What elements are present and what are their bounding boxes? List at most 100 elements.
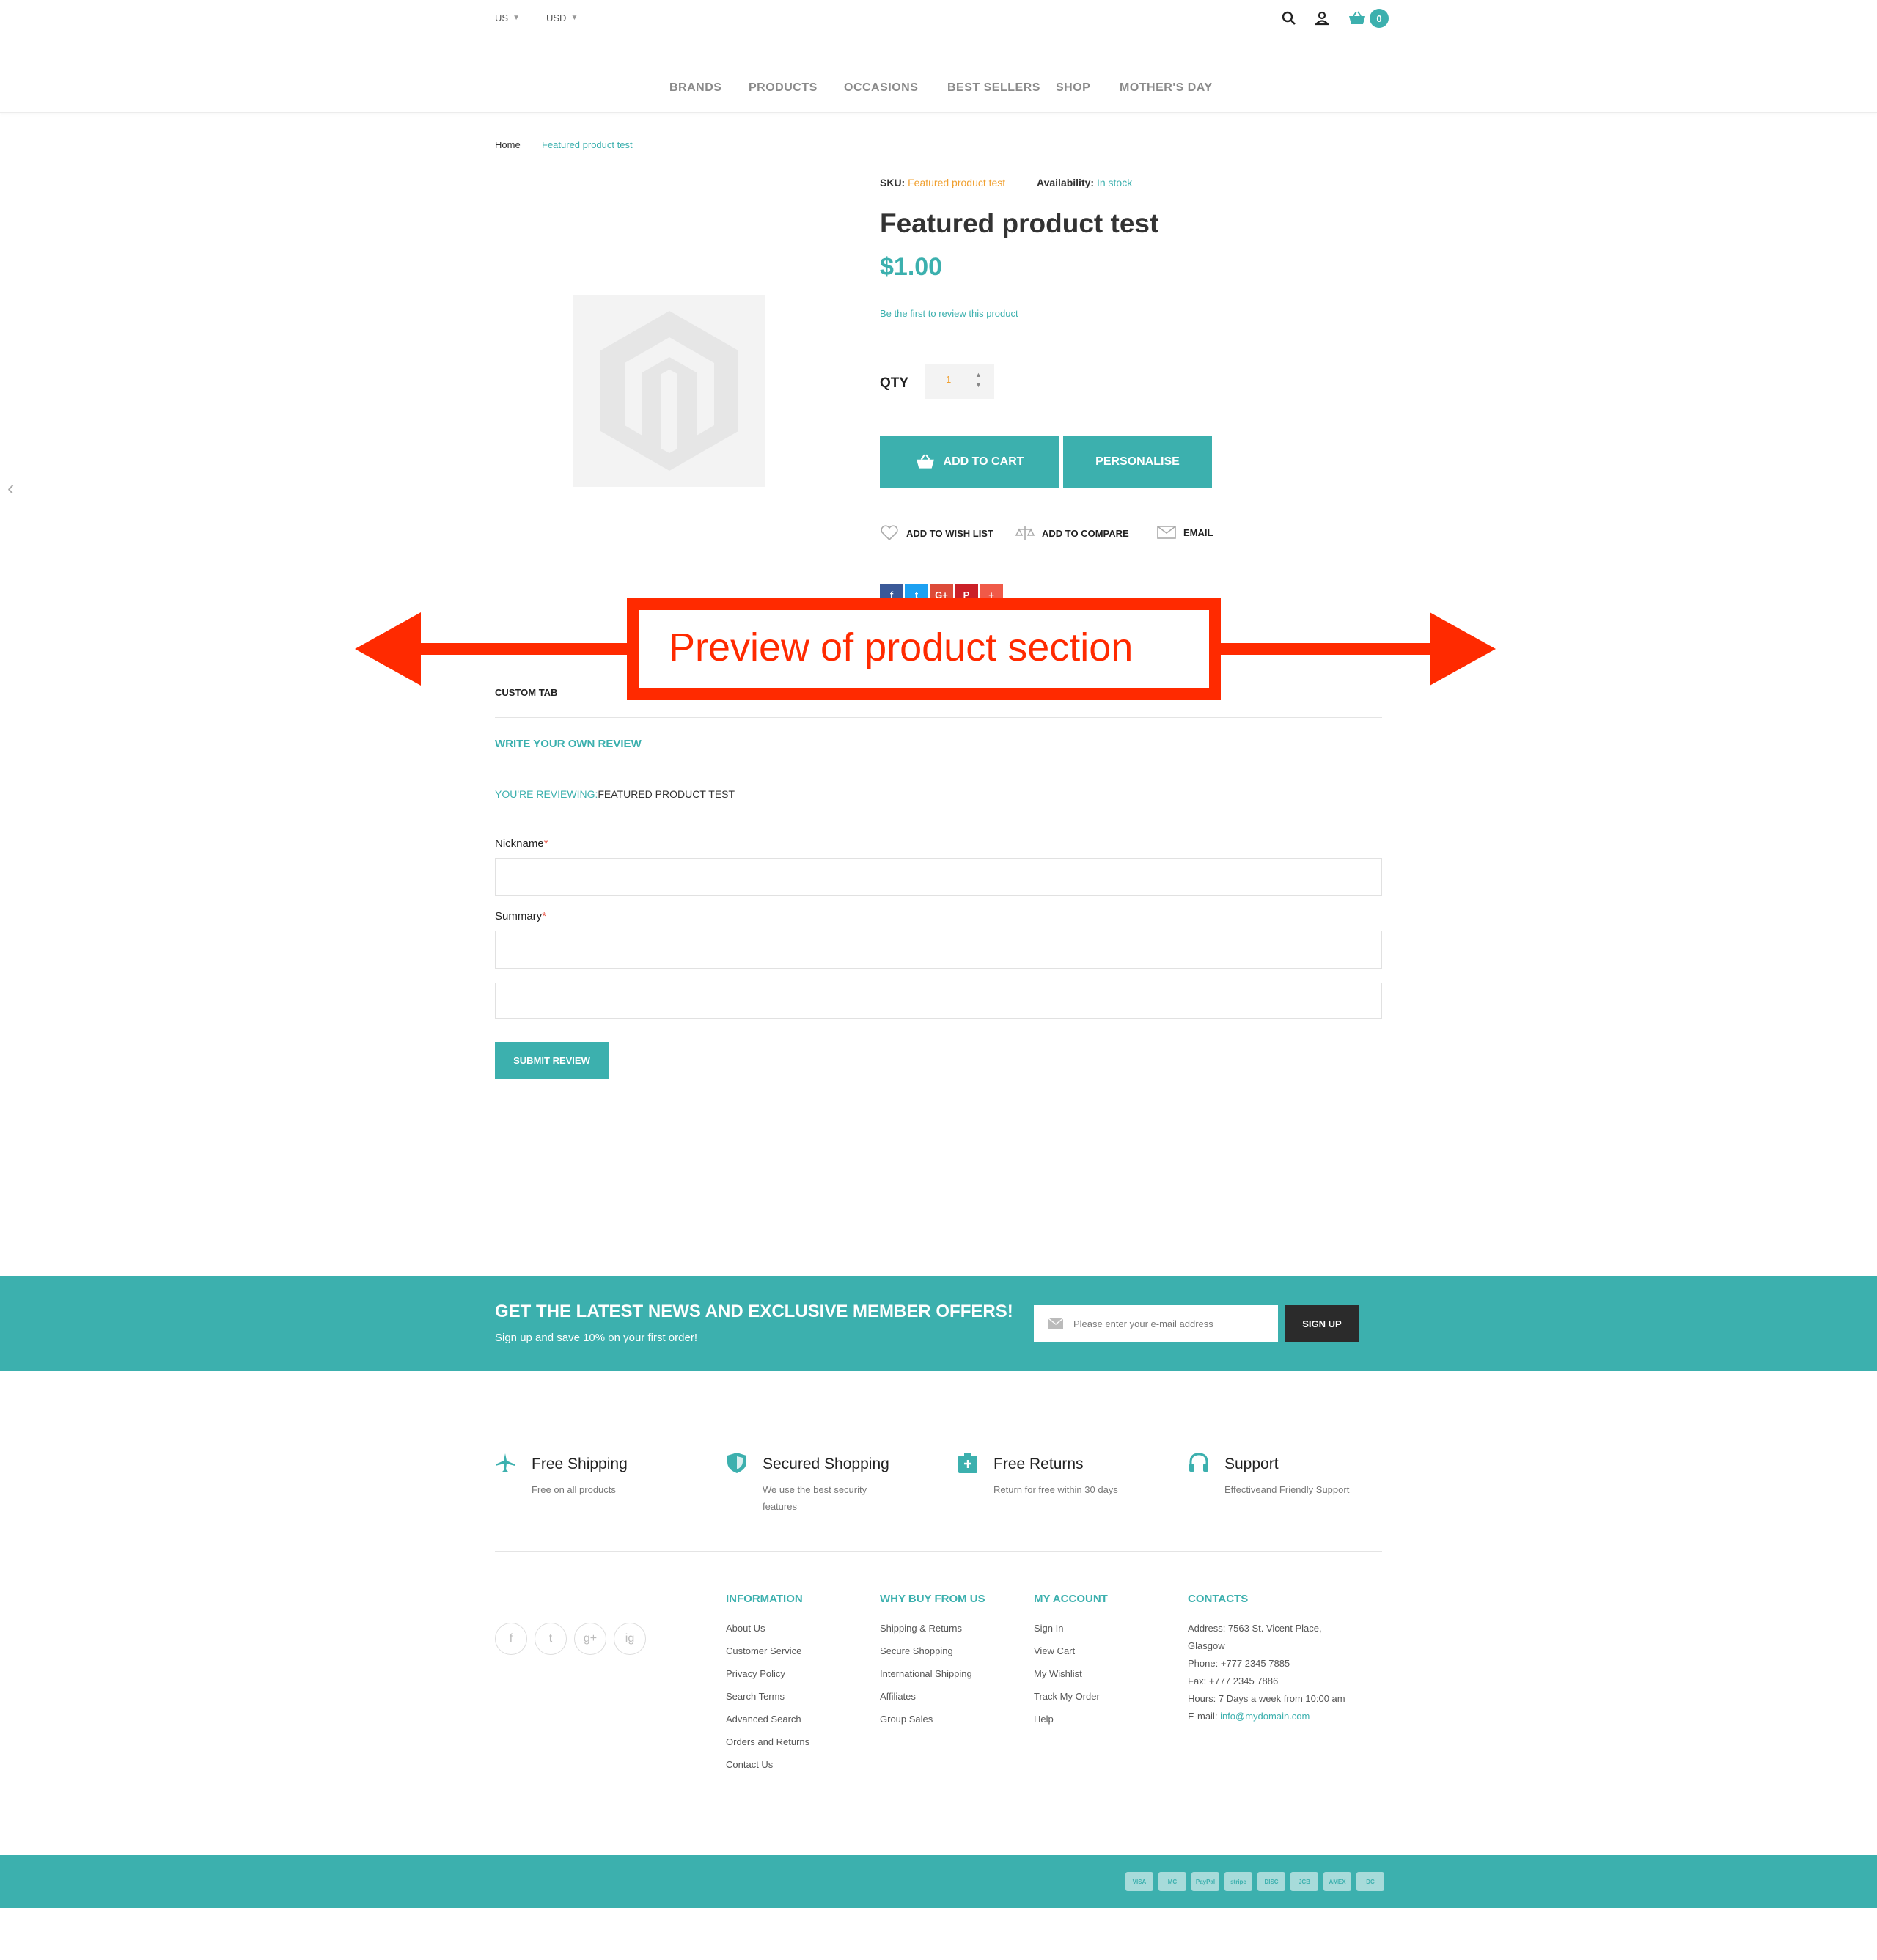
footer-link[interactable]: Customer Service bbox=[726, 1645, 801, 1656]
reviewing-label: YOU'RE REVIEWING: bbox=[495, 788, 598, 800]
summary-label-text: Summary bbox=[495, 910, 543, 922]
footer-link[interactable]: Help bbox=[1034, 1714, 1054, 1725]
nav-occasions[interactable]: OCCASIONS bbox=[844, 81, 918, 95]
footer-link[interactable]: Sign In bbox=[1034, 1623, 1063, 1634]
nickname-label: Nickname* bbox=[495, 837, 548, 850]
facebook-icon[interactable]: f bbox=[495, 1623, 527, 1655]
footer-contacts-title: CONTACTS bbox=[1188, 1593, 1249, 1605]
envelope-icon bbox=[1048, 1318, 1063, 1329]
discover-icon: DISC bbox=[1257, 1872, 1285, 1891]
footer-why-title: WHY BUY FROM US bbox=[880, 1593, 985, 1605]
availability-row: Availability: In stock bbox=[1037, 177, 1132, 188]
chevron-down-icon: ▼ bbox=[570, 14, 578, 22]
qty-input[interactable] bbox=[925, 364, 994, 399]
footer-link[interactable]: Affiliates bbox=[880, 1691, 916, 1702]
contact-fax: Fax: +777 2345 7886 bbox=[1188, 1675, 1279, 1686]
instagram-icon[interactable]: ig bbox=[614, 1623, 646, 1655]
feature-desc-line: features bbox=[763, 1501, 797, 1512]
footer-link[interactable]: View Cart bbox=[1034, 1645, 1075, 1656]
wishlist-label: ADD TO WISH LIST bbox=[906, 527, 993, 539]
return-box-icon bbox=[957, 1452, 979, 1474]
qty-stepper[interactable]: ▲ ▼ bbox=[975, 370, 982, 390]
footer-link[interactable]: Search Terms bbox=[726, 1691, 785, 1702]
newsletter-bar bbox=[0, 1276, 1877, 1371]
breadcrumb-home[interactable]: Home bbox=[495, 139, 521, 150]
footer-link[interactable]: Orders and Returns bbox=[726, 1736, 809, 1747]
jcb-icon: JCB bbox=[1290, 1872, 1318, 1891]
country-selector[interactable]: US ▼ bbox=[495, 12, 520, 23]
nickname-input[interactable] bbox=[495, 858, 1382, 896]
personalise-label: PERSONALISE bbox=[1095, 455, 1180, 468]
nav-products[interactable]: PRODUCTS bbox=[749, 81, 818, 95]
newsletter-title: GET THE LATEST NEWS AND EXCLUSIVE MEMBER… bbox=[495, 1302, 1013, 1321]
currency-selector[interactable]: USD ▼ bbox=[546, 12, 578, 23]
prev-product-arrow-icon[interactable]: ‹ bbox=[7, 477, 14, 500]
envelope-icon bbox=[1157, 526, 1176, 539]
arrow-right-icon bbox=[1430, 612, 1496, 686]
footer-link[interactable]: My Wishlist bbox=[1034, 1668, 1082, 1679]
contact-address-city: Glasgow bbox=[1188, 1640, 1225, 1651]
add-to-compare-link[interactable]: ADD TO COMPARE bbox=[1015, 525, 1129, 541]
twitter-icon[interactable]: t bbox=[535, 1623, 567, 1655]
basket-icon bbox=[916, 454, 934, 469]
arrow-left-icon bbox=[355, 612, 421, 686]
review-textarea[interactable] bbox=[495, 983, 1382, 1019]
summary-label: Summary* bbox=[495, 910, 546, 922]
nav-shop[interactable]: SHOP bbox=[1056, 81, 1090, 95]
search-icon[interactable] bbox=[1279, 9, 1299, 28]
footer-divider bbox=[495, 1551, 1382, 1552]
submit-review-button[interactable]: SUBMIT REVIEW bbox=[495, 1042, 609, 1079]
summary-input[interactable] bbox=[495, 931, 1382, 969]
feature-desc-line: Free on all products bbox=[532, 1484, 616, 1495]
cart-icon[interactable] bbox=[1348, 9, 1367, 28]
availability-label: Availability: bbox=[1037, 177, 1095, 188]
scale-icon bbox=[1015, 526, 1035, 540]
first-review-link[interactable]: Be the first to review this product bbox=[880, 308, 1018, 319]
footer-link[interactable]: Contact Us bbox=[726, 1759, 773, 1770]
google-plus-icon[interactable]: g+ bbox=[574, 1623, 606, 1655]
sign-up-button[interactable]: SIGN UP bbox=[1285, 1305, 1359, 1342]
reviewing-line: YOU'RE REVIEWING:FEATURED PRODUCT TEST bbox=[495, 788, 735, 800]
top-bar bbox=[0, 0, 1877, 37]
footer-link[interactable]: Track My Order bbox=[1034, 1691, 1100, 1702]
footer-link[interactable]: Advanced Search bbox=[726, 1714, 801, 1725]
newsletter-subtitle: Sign up and save 10% on your first order… bbox=[495, 1332, 697, 1344]
feature-desc: Effectiveand Friendly Support bbox=[1224, 1481, 1349, 1498]
email-link[interactable]: EMAIL bbox=[1157, 525, 1213, 540]
annotation-arrow-left bbox=[411, 643, 631, 655]
shield-icon bbox=[726, 1452, 748, 1474]
visa-icon: VISA bbox=[1125, 1872, 1153, 1891]
nav-brands[interactable]: BRANDS bbox=[669, 81, 721, 95]
amex-icon: AMEX bbox=[1323, 1872, 1351, 1891]
tab-custom[interactable]: CUSTOM TAB bbox=[495, 687, 557, 698]
contact-email-link[interactable]: info@mydomain.com bbox=[1220, 1711, 1310, 1722]
annotation-text: Preview of product section bbox=[669, 625, 1134, 669]
cart-count-badge[interactable]: 0 bbox=[1370, 9, 1389, 28]
footer-information-title: INFORMATION bbox=[726, 1593, 803, 1605]
footer-link[interactable]: Shipping & Returns bbox=[880, 1623, 962, 1634]
newsletter-placeholder: Please enter your e-mail address bbox=[1073, 1318, 1213, 1329]
product-image-placeholder[interactable] bbox=[573, 295, 765, 487]
footer-account-title: MY ACCOUNT bbox=[1034, 1593, 1108, 1605]
footer-link[interactable]: Privacy Policy bbox=[726, 1668, 785, 1679]
nav-mothers-day[interactable]: MOTHER'S DAY bbox=[1120, 81, 1213, 95]
newsletter-email-input[interactable]: Please enter your e-mail address bbox=[1034, 1305, 1278, 1342]
personalise-button[interactable]: PERSONALISE bbox=[1063, 436, 1212, 488]
feature-title: Support bbox=[1224, 1456, 1279, 1472]
sku-row: SKU: Featured product test bbox=[880, 177, 1005, 188]
footer-link[interactable]: About Us bbox=[726, 1623, 765, 1634]
email-label: EMAIL bbox=[1183, 526, 1213, 538]
footer-link[interactable]: International Shipping bbox=[880, 1668, 972, 1679]
nav-best-sellers[interactable]: BEST SELLERS bbox=[947, 81, 1040, 95]
footer-link[interactable]: Group Sales bbox=[880, 1714, 933, 1725]
main-nav bbox=[0, 37, 1877, 113]
annotation-arrow-right bbox=[1217, 643, 1437, 655]
add-to-cart-button[interactable]: ADD TO CART bbox=[880, 436, 1059, 488]
feature-desc: Free on all products bbox=[532, 1481, 616, 1498]
feature-desc-line: Effectiveand Friendly Support bbox=[1224, 1484, 1350, 1495]
footer-link[interactable]: Secure Shopping bbox=[880, 1645, 953, 1656]
add-to-wishlist-link[interactable]: ADD TO WISH LIST bbox=[880, 525, 993, 541]
feature-title: Free Shipping bbox=[532, 1456, 628, 1472]
account-icon[interactable] bbox=[1312, 9, 1331, 28]
feature-desc: Return for free within 30 days bbox=[993, 1481, 1118, 1498]
